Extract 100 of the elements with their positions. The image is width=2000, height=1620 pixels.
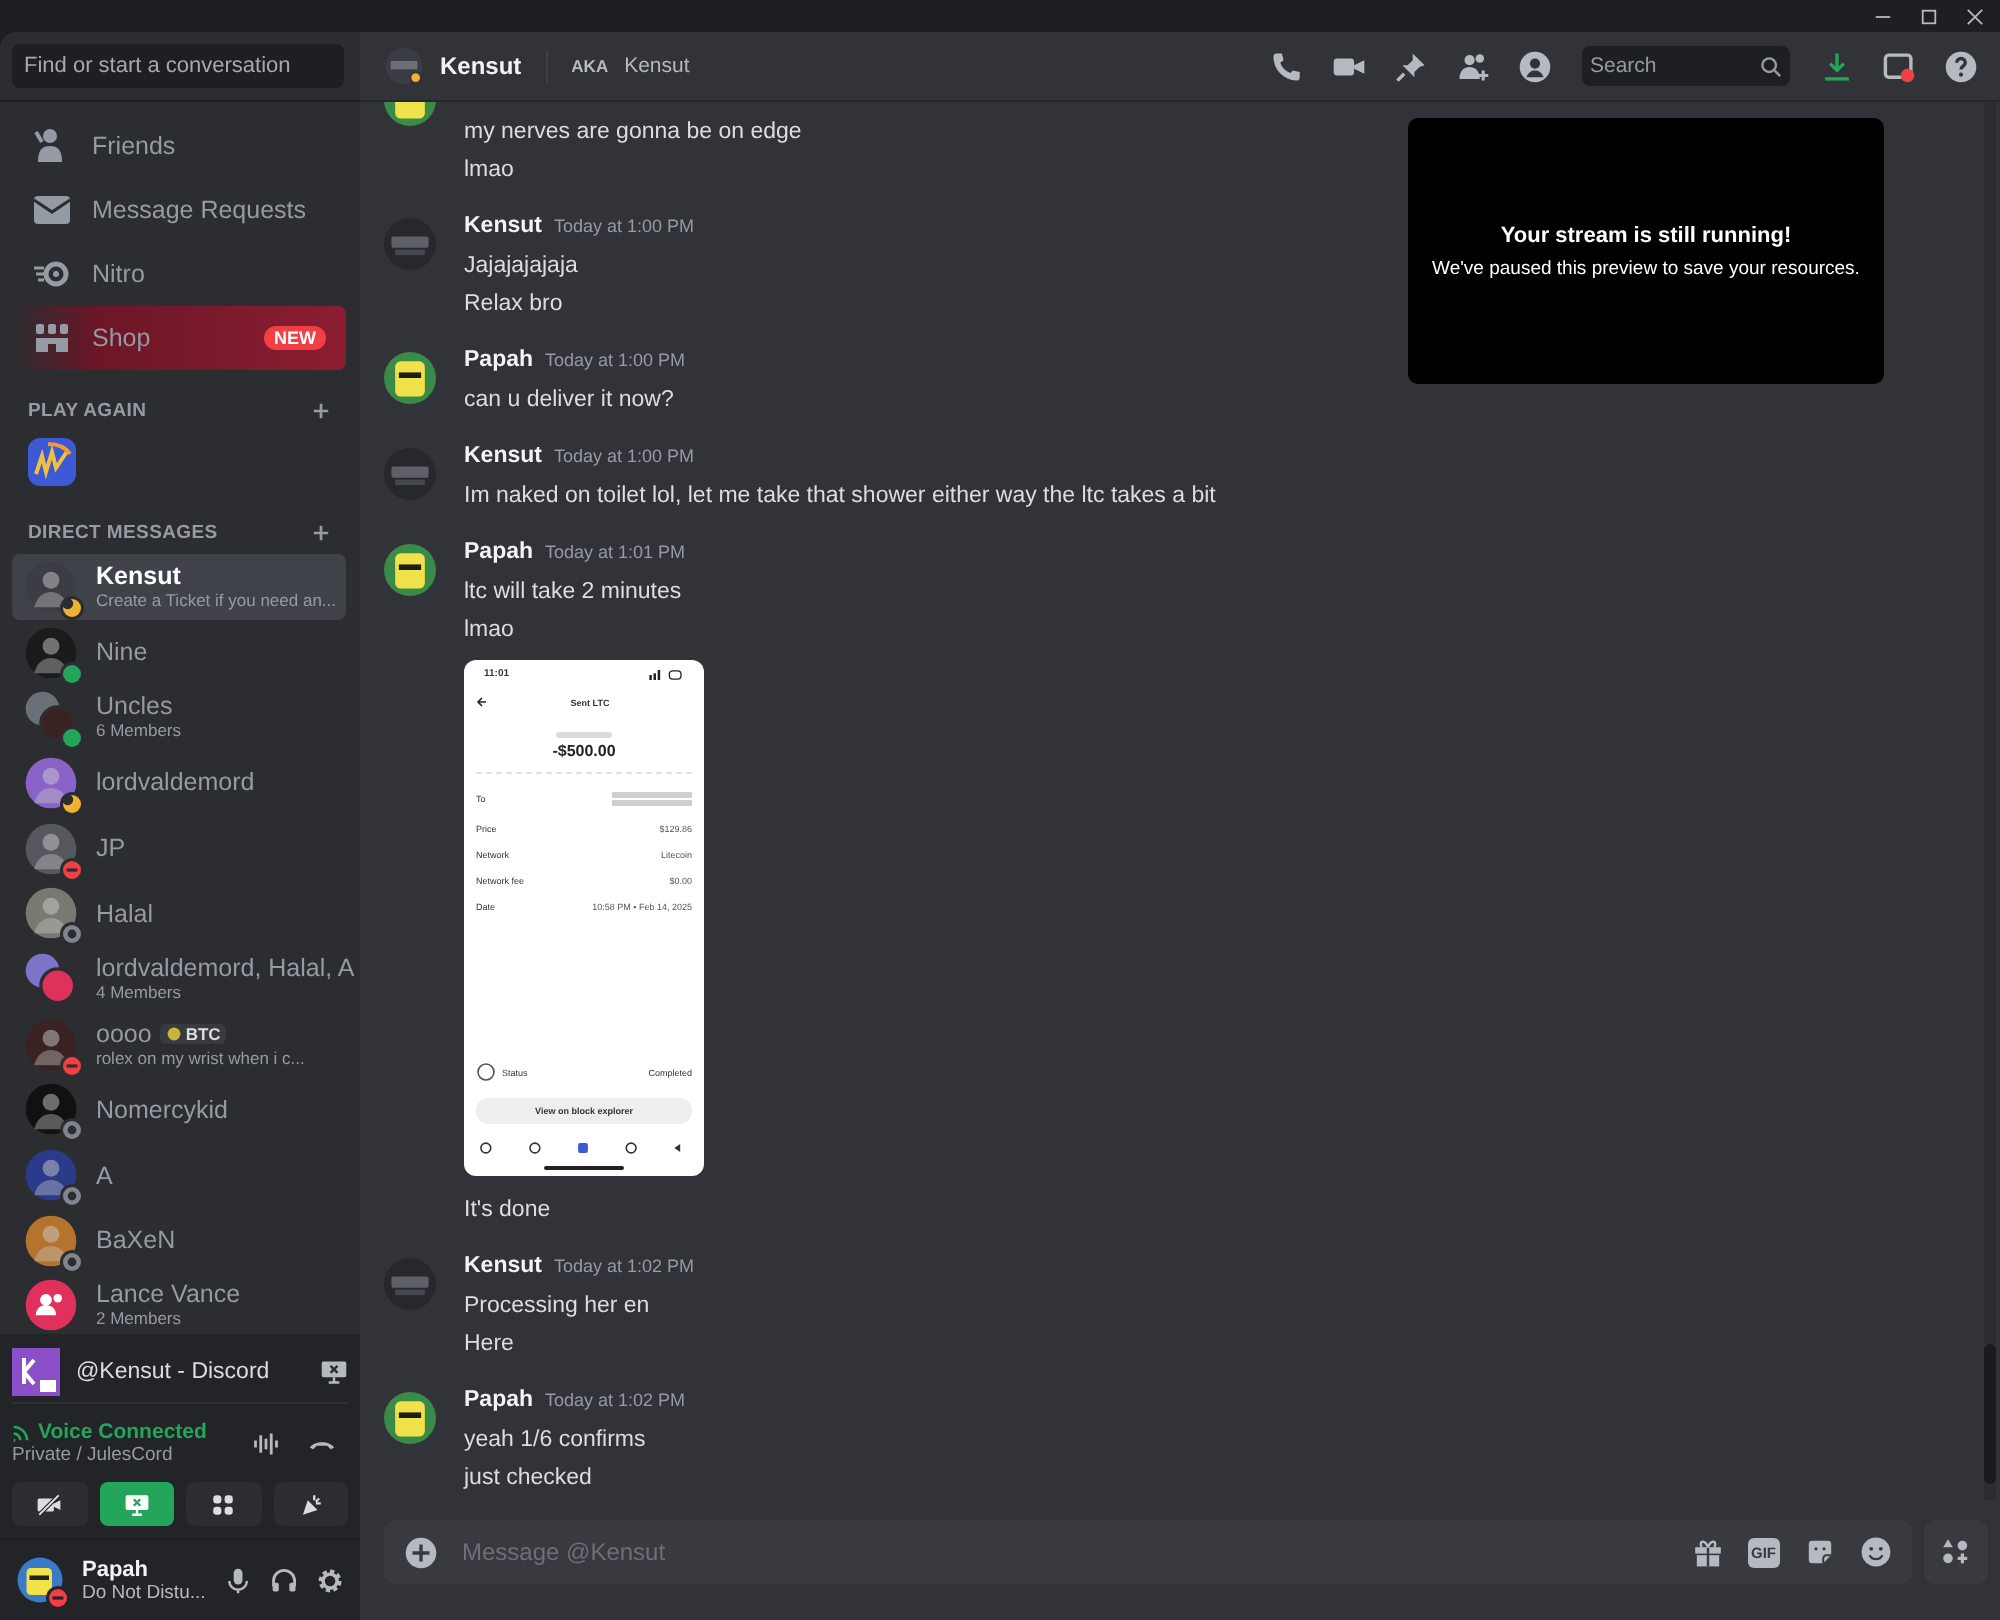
screen-share-button[interactable]	[99, 1482, 174, 1526]
amount: -$500.00	[550, 742, 618, 760]
dm-item[interactable]: Nomercykid	[12, 1077, 346, 1143]
author-name[interactable]: Kensut	[464, 214, 542, 238]
message-text: can u deliver it now?	[464, 386, 676, 416]
apps-button[interactable]	[1924, 1520, 1988, 1584]
dm-name: BaXeN	[96, 1226, 176, 1255]
dm-name: Nomercykid	[96, 1095, 228, 1124]
author-name[interactable]: Papah	[464, 540, 534, 564]
group-avatar	[24, 951, 78, 1006]
dm-name: oooo	[96, 1019, 152, 1048]
avatar	[384, 544, 436, 596]
nav-item[interactable]: Message Requests	[12, 178, 346, 242]
avatar	[24, 1213, 78, 1268]
dm-item[interactable]: Kensut Create a Ticket if you need an...	[12, 554, 346, 620]
help-icon[interactable]	[1944, 49, 1978, 83]
message-text: just checked	[464, 1464, 594, 1494]
avatar	[384, 448, 436, 500]
activity-button[interactable]	[186, 1482, 261, 1526]
game-icon[interactable]	[28, 438, 76, 486]
sparkle-icon	[297, 1491, 324, 1517]
author-name[interactable]: Papah	[464, 1388, 534, 1412]
grid-icon	[210, 1491, 237, 1517]
dm-name: lordvaldemord	[96, 768, 255, 797]
headphones-icon[interactable]	[269, 1565, 298, 1595]
scrollbar[interactable]	[1984, 102, 1996, 1500]
plus-icon[interactable]	[312, 402, 330, 420]
notice-text: We've paused this preview to save your resources.	[1432, 257, 1860, 279]
user-profile-icon[interactable]	[1518, 49, 1552, 83]
timestamp: Today at 1:00 PM	[553, 446, 695, 466]
maximize-icon[interactable]	[1920, 7, 1938, 25]
dm-item[interactable]: oooo BTC rolex on my wrist when i c...	[12, 1011, 346, 1077]
dm-item[interactable]: JP	[12, 815, 346, 881]
add-icon[interactable]	[404, 1535, 438, 1569]
close-icon[interactable]	[1966, 7, 1984, 25]
soundboard-button[interactable]	[273, 1482, 348, 1526]
timestamp: Today at 1:02 PM	[553, 1256, 695, 1276]
dm-item[interactable]: Nine	[12, 619, 346, 685]
dm-subtitle: 4 Members	[96, 981, 184, 1004]
dm-subtitle: Create a Ticket if you need an...	[96, 589, 334, 612]
avatar	[384, 1392, 436, 1444]
user-name: Papah	[82, 1557, 151, 1581]
dm-item[interactable]: Uncles 6 Members	[12, 684, 346, 751]
message-text: my nerves are gonna be on edge	[464, 118, 802, 148]
tag-label: BTC	[185, 1023, 221, 1044]
nav-item[interactable]: Nitro	[12, 242, 346, 306]
pin-icon[interactable]	[1394, 49, 1428, 83]
camera-off-icon	[36, 1491, 63, 1517]
avatar	[24, 886, 78, 941]
aka-label: AKA	[571, 56, 609, 76]
stream-thumbnail-icon	[12, 1348, 60, 1396]
sticker-icon[interactable]	[1804, 1536, 1836, 1568]
phone-call-icon[interactable]	[1270, 49, 1304, 83]
dm-item[interactable]: lordvaldemord	[12, 750, 346, 816]
plus-icon[interactable]	[312, 524, 330, 542]
nav-item[interactable]: Friends	[12, 114, 346, 178]
gift-icon[interactable]	[1691, 1536, 1723, 1568]
dm-name: A	[96, 1161, 113, 1190]
avatar	[24, 559, 78, 614]
search-placeholder: Search	[1590, 54, 1657, 78]
timestamp: Today at 1:01 PM	[545, 542, 686, 562]
dm-item[interactable]: Halal	[12, 880, 346, 947]
message-text: Relax bro	[464, 290, 565, 320]
voice-channel: Private / JulesCord	[12, 1444, 175, 1466]
microphone-icon[interactable]	[223, 1565, 252, 1595]
camera-off-button[interactable]	[12, 1482, 87, 1526]
channel-name: Kensut	[440, 52, 522, 80]
message-text: Im naked on toilet lol, let me take that shower either way the ltc takes a bit	[464, 482, 1216, 512]
sound-wave-icon[interactable]	[252, 1429, 280, 1457]
signal-icon	[12, 1422, 32, 1442]
avatar	[384, 352, 436, 404]
search-field[interactable]: Find or start a conversation	[12, 44, 344, 88]
author-name[interactable]: Kensut	[464, 1254, 542, 1278]
screen-record-icon[interactable]	[1882, 49, 1916, 83]
message-text: ltc will take 2 minutes	[464, 578, 684, 608]
notice-title: Your stream is still running!	[1500, 223, 1792, 247]
envelope-icon	[32, 190, 72, 230]
author-name[interactable]: Kensut	[464, 444, 542, 468]
author-name[interactable]: Papah	[464, 348, 534, 372]
blurred-address	[612, 790, 692, 808]
user-status: Do Not Distu...	[82, 1581, 206, 1603]
status-icon	[476, 1062, 496, 1082]
search-field[interactable]: Search	[1582, 46, 1790, 86]
screen-icon	[123, 1491, 150, 1517]
message-text: lmao	[464, 156, 516, 186]
new-badge: NEW	[264, 326, 326, 350]
settings-icon[interactable]	[315, 1565, 345, 1595]
avatar	[384, 46, 424, 86]
dm-name: Nine	[96, 638, 148, 667]
avatar	[24, 625, 78, 680]
message-text: It's done	[464, 1196, 553, 1226]
dm-item[interactable]: Lance Vance 2 Members	[12, 1273, 346, 1334]
dm-item[interactable]: A	[12, 1142, 346, 1208]
emoji-icon[interactable]	[1860, 1536, 1892, 1568]
download-icon[interactable]	[1820, 49, 1854, 83]
screen-close-icon[interactable]	[320, 1358, 348, 1386]
avatar	[24, 1082, 78, 1137]
avatar	[24, 821, 78, 876]
add-friend-icon[interactable]	[1456, 49, 1490, 83]
dm-item[interactable]: BaXeN	[12, 1207, 346, 1274]
